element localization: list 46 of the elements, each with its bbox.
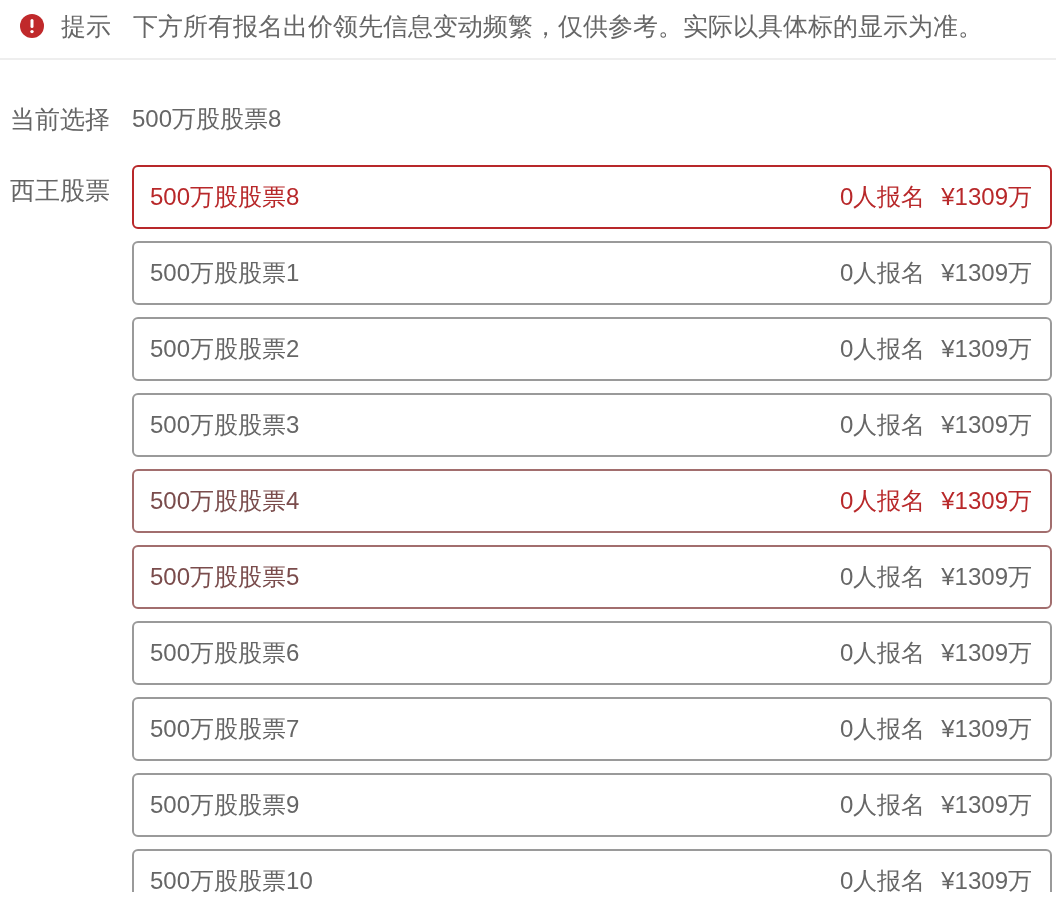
option-name: 500万股股票2 (150, 334, 300, 364)
signup-count: 0人报名 (839, 182, 926, 212)
option-price: ¥1309万 (941, 714, 1032, 744)
option-price: ¥1309万 (941, 562, 1032, 592)
signup-count: 0人报名 (839, 258, 926, 288)
signup-count: 0人报名 (839, 714, 926, 744)
signup-count: 0人报名 (839, 486, 926, 516)
option-item[interactable]: 500万股股票1 0人报名 ¥1309万 (132, 241, 1052, 305)
option-item[interactable]: 500万股股票3 0人报名 ¥1309万 (132, 393, 1052, 457)
option-name: 500万股股票8 (150, 182, 300, 212)
option-name: 500万股股票7 (150, 714, 300, 744)
option-item[interactable]: 500万股股票10 0人报名 ¥1309万 (132, 849, 1052, 892)
option-item[interactable]: 500万股股票6 0人报名 ¥1309万 (132, 621, 1052, 685)
option-name: 500万股股票6 (150, 638, 300, 668)
signup-count: 0人报名 (839, 410, 926, 440)
option-price: ¥1309万 (941, 182, 1032, 212)
option-name: 500万股股票10 (150, 866, 313, 892)
option-item[interactable]: 500万股股票7 0人报名 ¥1309万 (132, 697, 1052, 761)
signup-count: 0人报名 (839, 866, 926, 892)
alert-icon (20, 14, 44, 38)
option-item[interactable]: 500万股股票2 0人报名 ¥1309万 (132, 317, 1052, 381)
current-selection-label: 当前选择 (10, 104, 111, 134)
option-price: ¥1309万 (941, 638, 1032, 668)
option-price: ¥1309万 (941, 866, 1032, 892)
current-selection-value: 500万股股票8 (132, 104, 282, 134)
option-item[interactable]: 500万股股票9 0人报名 ¥1309万 (132, 773, 1052, 837)
signup-count: 0人报名 (839, 638, 926, 668)
option-price: ¥1309万 (941, 486, 1032, 516)
option-name: 500万股股票9 (150, 790, 300, 820)
signup-count: 0人报名 (839, 790, 926, 820)
option-name: 500万股股票5 (150, 562, 300, 592)
signup-count: 0人报名 (839, 562, 926, 592)
notice-label: 提示 (61, 10, 111, 42)
option-item[interactable]: 500万股股票4 0人报名 ¥1309万 (132, 469, 1052, 533)
option-item[interactable]: 500万股股票5 0人报名 ¥1309万 (132, 545, 1052, 609)
signup-count: 0人报名 (839, 334, 926, 364)
option-item[interactable]: 500万股股票8 0人报名 ¥1309万 (132, 165, 1052, 229)
group-label: 西王股票 (10, 175, 111, 205)
option-name: 500万股股票3 (150, 410, 300, 440)
option-price: ¥1309万 (941, 790, 1032, 820)
option-price: ¥1309万 (941, 334, 1032, 364)
option-price: ¥1309万 (941, 410, 1032, 440)
option-name: 500万股股票1 (150, 258, 300, 288)
option-price: ¥1309万 (941, 258, 1032, 288)
option-name: 500万股股票4 (150, 486, 300, 516)
notice-text: 下方所有报名出价领先信息变动频繁，仅供参考。实际以具体标的显示为准。 (133, 10, 983, 42)
